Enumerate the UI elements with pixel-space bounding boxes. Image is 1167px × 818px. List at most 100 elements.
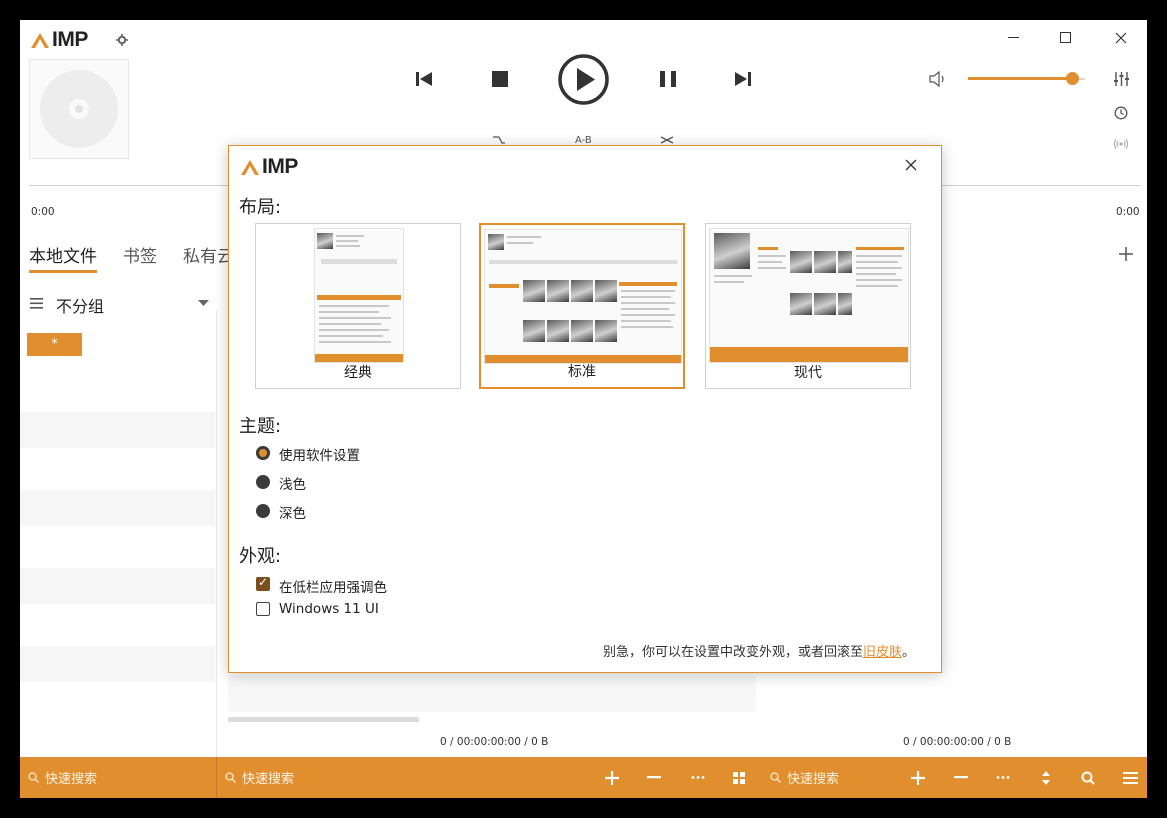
search-icon [770,772,781,783]
rollback-note-end: 。 [901,645,915,660]
volume-knob[interactable] [1066,72,1079,85]
logo-triangle-icon [31,32,49,48]
tab-bookmarks[interactable]: 书签 [123,242,157,267]
quick-search-field-sidebar[interactable]: 快速搜索 [28,757,97,798]
grid-view-button[interactable] [727,757,751,798]
list-stripe [20,646,215,682]
theme-radio-dark[interactable] [256,504,270,518]
play-button[interactable] [558,54,609,105]
menu-icon[interactable] [30,298,43,309]
app-logo-text: IMP [52,28,88,51]
layout-modern-label: 现代 [794,365,822,381]
search-icon [225,772,236,783]
filter-all-label: * [51,337,58,352]
more-button-right[interactable] [991,757,1015,798]
standard-preview-image [484,229,682,364]
maximize-icon[interactable] [1060,32,1071,43]
dialog-logo-text: IMP [262,155,298,178]
theme-label-dark[interactable]: 深色 [279,502,306,522]
album-art [29,59,129,159]
app-logo: IMP [30,28,88,51]
logo-triangle-icon [241,159,259,175]
remove-button-right[interactable] [949,757,973,798]
menu-button[interactable] [1118,757,1142,798]
old-skin-link[interactable]: 旧皮肤 [863,645,902,660]
cd-disc-icon [40,70,118,148]
theme-heading: 主题: [239,416,282,437]
stop-button[interactable] [492,71,508,87]
layout-heading: 布局: [239,197,282,218]
quick-search-placeholder: 快速搜索 [45,772,98,787]
equalizer-icon[interactable] [1114,72,1129,86]
layout-card-modern[interactable]: 现代 [705,223,911,389]
theme-label-system[interactable]: 使用软件设置 [279,444,360,464]
sort-arrows-icon [1042,770,1050,785]
more-dots-icon [691,776,705,779]
filter-all-item[interactable]: * [27,333,82,356]
minus-icon [647,776,661,779]
quick-search-field-right[interactable]: 快速搜索 [770,757,839,798]
volume-slider[interactable] [968,72,1085,85]
main-window: IMP A-B 0:00 0:00 本地文件 书签 私有云 不分组 * 0 / … [20,20,1147,798]
plus-icon [605,770,619,785]
hamburger-icon [1122,771,1138,784]
rollback-note-text: 别急，你可以在设置中改变外观，或者回滚至 [602,645,863,660]
tab-private-cloud[interactable]: 私有云 [183,242,234,267]
bottom-divider [216,757,217,798]
playlist-stripe [228,676,756,712]
minus-icon [954,776,968,779]
classic-preview-image [314,228,404,363]
layout-card-classic[interactable]: 经典 [255,223,461,389]
list-stripe [20,568,215,604]
quick-search-placeholder: 快速搜索 [787,772,840,787]
layout-card-standard[interactable]: 标准 [479,223,685,389]
settings-gear-icon[interactable] [116,34,128,46]
status-left: 0 / 00:00:00:00 / 0 B [440,736,549,748]
more-button-left[interactable] [686,757,710,798]
search-icon [28,772,39,783]
chevron-down-icon[interactable] [198,300,209,306]
plus-icon [911,770,925,785]
quick-search-field-left[interactable]: 快速搜索 [225,757,294,798]
sidebar-divider [216,310,217,757]
clock-icon[interactable] [1114,106,1128,120]
appearance-heading: 外观: [239,546,282,567]
close-icon[interactable] [1115,32,1127,44]
minimize-icon[interactable] [1008,37,1020,39]
horizontal-scrollbar[interactable] [228,717,419,722]
next-track-button[interactable] [734,71,751,87]
modern-preview-image [709,228,909,363]
accent-bottom-bar-checkbox[interactable] [256,575,270,591]
add-tab-icon[interactable] [1119,247,1133,261]
add-button-left[interactable] [600,757,624,798]
more-dots-icon [996,776,1010,779]
theme-radio-light[interactable] [256,475,270,489]
grid-icon [733,771,745,784]
shuffle-icon[interactable] [660,136,674,144]
windows11-ui-label[interactable]: Windows 11 UI [279,601,379,617]
layout-classic-label: 经典 [344,365,372,381]
theme-radio-system[interactable] [256,446,270,460]
list-stripe [20,412,215,448]
windows11-ui-checkbox[interactable] [256,602,270,616]
list-stripe [20,490,215,526]
previous-track-button[interactable] [416,71,433,87]
search-button[interactable] [1076,757,1100,798]
remove-button-left[interactable] [642,757,666,798]
group-mode-label[interactable]: 不分组 [56,293,104,317]
volume-fill [968,77,1072,80]
speaker-icon[interactable] [929,71,947,87]
rollback-note: 别急，你可以在设置中改变外观，或者回滚至旧皮肤。 [603,641,915,660]
accent-bottom-bar-label[interactable]: 在低栏应用强调色 [279,576,387,596]
repeat-icon[interactable] [492,136,506,144]
radio-broadcast-icon[interactable] [1113,138,1129,150]
dialog-close-icon[interactable] [905,159,917,171]
theme-label-light[interactable]: 浅色 [279,473,306,493]
pause-button[interactable] [660,71,676,87]
add-button-right[interactable] [906,757,930,798]
tab-local-files[interactable]: 本地文件 [29,242,97,273]
search-icon [1081,771,1095,785]
sort-button[interactable] [1034,757,1058,798]
quick-search-placeholder: 快速搜索 [242,772,295,787]
time-elapsed: 0:00 [31,206,55,218]
